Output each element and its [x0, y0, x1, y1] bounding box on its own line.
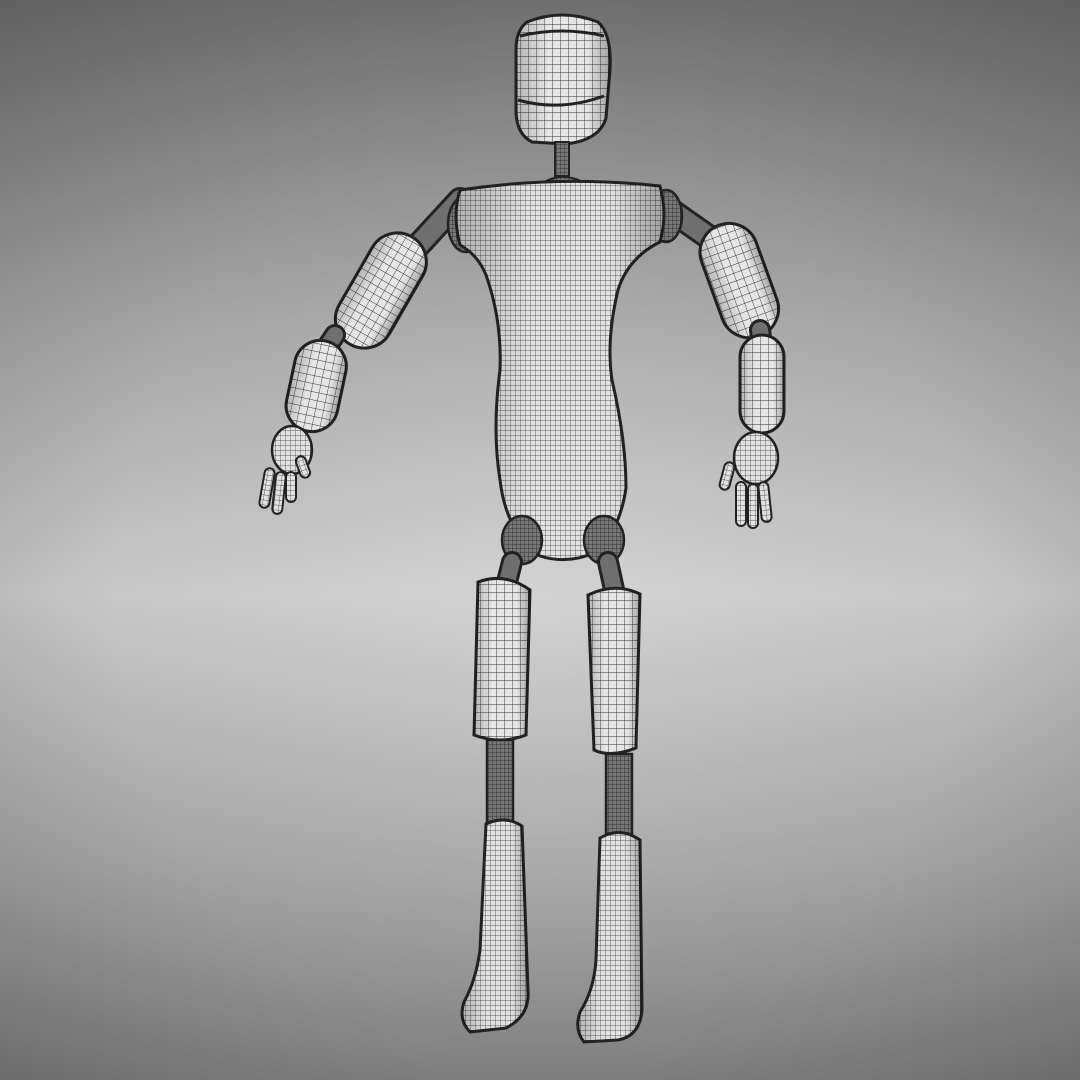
robot-right-hand	[732, 430, 780, 486]
robot-neck	[534, 141, 594, 187]
robot-left-arm	[258, 187, 486, 515]
render-viewport	[0, 0, 1080, 1080]
robot-wireframe-model	[258, 13, 786, 1044]
robot-right-leg	[576, 586, 644, 1044]
robot-left-leg	[460, 576, 532, 1034]
robot-head	[514, 13, 612, 146]
robot-torso	[454, 179, 666, 562]
robot-right-arm	[648, 188, 786, 529]
